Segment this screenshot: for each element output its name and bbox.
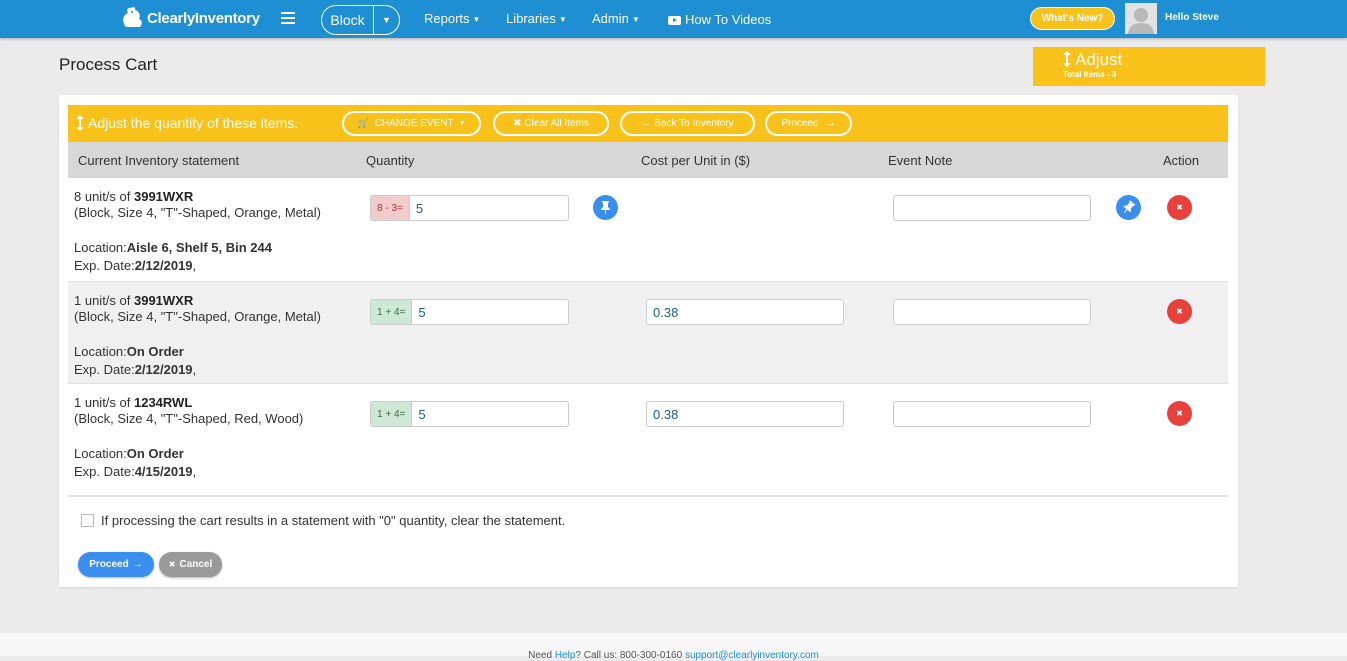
- close-icon: ✖: [1176, 307, 1183, 316]
- caret-down-icon: ▼: [472, 15, 481, 24]
- clear-zero-option: If processing the cart results in a stat…: [81, 513, 565, 528]
- quantity-input[interactable]: 5: [412, 300, 568, 324]
- quantity-adjustment: 1 + 4=: [371, 300, 413, 324]
- table-row: 1 unit/s of 1234RWL (Block, Size 4, "T"-…: [68, 384, 1228, 487]
- table-header: Current Inventory statement Quantity Cos…: [68, 142, 1228, 178]
- change-event-button[interactable]: 🛒 CHANGE EVENT ▼: [342, 111, 481, 136]
- inventory-statement: 8 unit/s of 3991WXR (Block, Size 4, "T"-…: [74, 189, 321, 220]
- logo[interactable]: ClearlyInventory: [120, 3, 260, 33]
- card-header-title: Adjust the quantity of these items.: [88, 115, 299, 131]
- col-cost: Cost per Unit in ($): [641, 153, 751, 168]
- nav-how-to-videos[interactable]: How To Videos: [668, 12, 771, 27]
- header-proceed-button[interactable]: Proceed →: [765, 111, 852, 136]
- logo-text: ClearlyInventory: [147, 9, 260, 27]
- quantity-input-group[interactable]: 1 + 4= 5: [370, 299, 569, 325]
- nav-admin[interactable]: Admin ▼: [592, 11, 640, 26]
- badge-subtitle: Total Items - 3: [1063, 70, 1117, 79]
- table-row: 1 unit/s of 3991WXR (Block, Size 4, "T"-…: [68, 281, 1228, 384]
- nav-reports[interactable]: Reports ▼: [424, 11, 480, 26]
- proceed-button[interactable]: Proceed →: [78, 552, 154, 577]
- location-info: Location:On Order Exp. Date:4/15/2019,: [74, 446, 197, 479]
- hamburger-menu-icon[interactable]: [281, 12, 295, 24]
- quantity-adjustment: 8 - 3=: [371, 196, 410, 220]
- process-cart-card: Adjust the quantity of these items. 🛒 CH…: [59, 95, 1238, 587]
- location-info: Location:Aisle 6, Shelf 5, Bin 244 Exp. …: [74, 240, 272, 273]
- pin-note-button[interactable]: [1116, 195, 1141, 220]
- arrow-right-icon: →: [132, 559, 143, 570]
- vertical-arrows-icon: [1063, 51, 1071, 67]
- col-statement: Current Inventory statement: [78, 153, 240, 168]
- quantity-input[interactable]: 5: [412, 402, 568, 426]
- page-title: Process Cart: [59, 55, 158, 74]
- footer: Need Help? Call us: 800-300-0160 support…: [0, 633, 1347, 661]
- col-event-note: Event Note: [888, 153, 953, 168]
- close-icon: ✖: [1176, 409, 1183, 418]
- top-navbar: ClearlyInventory Block ▼ Reports ▼ Librar…: [0, 0, 1347, 38]
- event-note-input[interactable]: [893, 195, 1091, 221]
- event-note-input[interactable]: [893, 299, 1091, 325]
- pin-quantity-button[interactable]: [593, 195, 618, 220]
- user-greeting[interactable]: Hello Steve: [1165, 12, 1219, 23]
- avatar[interactable]: [1125, 3, 1157, 34]
- squirrel-logo-icon: [123, 6, 142, 27]
- close-icon: ✖: [1176, 203, 1183, 212]
- caret-down-icon[interactable]: ▼: [374, 6, 399, 34]
- cost-per-unit-input[interactable]: 0.38: [646, 299, 844, 325]
- caret-down-icon: ▼: [458, 120, 466, 127]
- clear-zero-label: If processing the cart results in a stat…: [101, 513, 566, 528]
- inventory-statement: 1 unit/s of 3991WXR (Block, Size 4, "T"-…: [74, 293, 321, 324]
- remove-item-button[interactable]: ✖: [1167, 195, 1192, 220]
- quantity-input-group[interactable]: 1 + 4= 5: [370, 401, 569, 427]
- col-quantity: Quantity: [366, 153, 415, 168]
- user-silhouette-icon: [1125, 3, 1157, 34]
- vertical-arrows-icon: [76, 115, 84, 131]
- cancel-button[interactable]: ✖ Cancel: [159, 552, 222, 577]
- whats-new-button[interactable]: What's New?: [1030, 7, 1115, 30]
- quantity-input-group[interactable]: 8 - 3= 5: [370, 195, 569, 221]
- close-icon: ✖: [168, 560, 176, 569]
- pin-icon: [1123, 200, 1136, 213]
- close-icon: ✖: [513, 118, 522, 129]
- youtube-icon: [668, 16, 681, 25]
- block-selector[interactable]: Block ▼: [321, 5, 400, 35]
- nav-libraries[interactable]: Libraries ▼: [506, 11, 567, 26]
- cost-per-unit-input[interactable]: 0.38: [646, 401, 844, 427]
- inventory-statement: 1 unit/s of 1234RWL (Block, Size 4, "T"-…: [74, 395, 304, 426]
- arrow-left-icon: ←: [641, 118, 652, 129]
- block-selector-label[interactable]: Block: [322, 6, 374, 34]
- divider: [68, 495, 1228, 497]
- quantity-input[interactable]: 5: [410, 196, 568, 220]
- clear-all-items-button[interactable]: ✖ Clear All Items: [493, 111, 609, 136]
- remove-item-button[interactable]: ✖: [1167, 401, 1192, 426]
- clear-zero-checkbox[interactable]: [81, 514, 94, 527]
- back-to-inventory-button[interactable]: ← Back To Inventory: [620, 111, 755, 136]
- event-note-input[interactable]: [893, 401, 1091, 427]
- col-action: Action: [1163, 153, 1200, 168]
- pin-icon: [601, 201, 610, 214]
- remove-item-button[interactable]: ✖: [1167, 299, 1192, 324]
- badge-title: Adjust: [1075, 50, 1123, 69]
- table-row: 8 unit/s of 3991WXR (Block, Size 4, "T"-…: [68, 178, 1228, 281]
- arrow-right-icon: →: [825, 118, 836, 129]
- adjust-badge: Adjust Total Items - 3: [1033, 47, 1265, 86]
- card-header: Adjust the quantity of these items. 🛒 CH…: [68, 105, 1228, 142]
- cart-icon: 🛒: [357, 118, 369, 128]
- caret-down-icon: ▼: [558, 15, 567, 24]
- caret-down-icon: ▼: [631, 15, 640, 24]
- location-info: Location:On Order Exp. Date:2/12/2019,: [74, 344, 197, 377]
- quantity-adjustment: 1 + 4=: [371, 402, 413, 426]
